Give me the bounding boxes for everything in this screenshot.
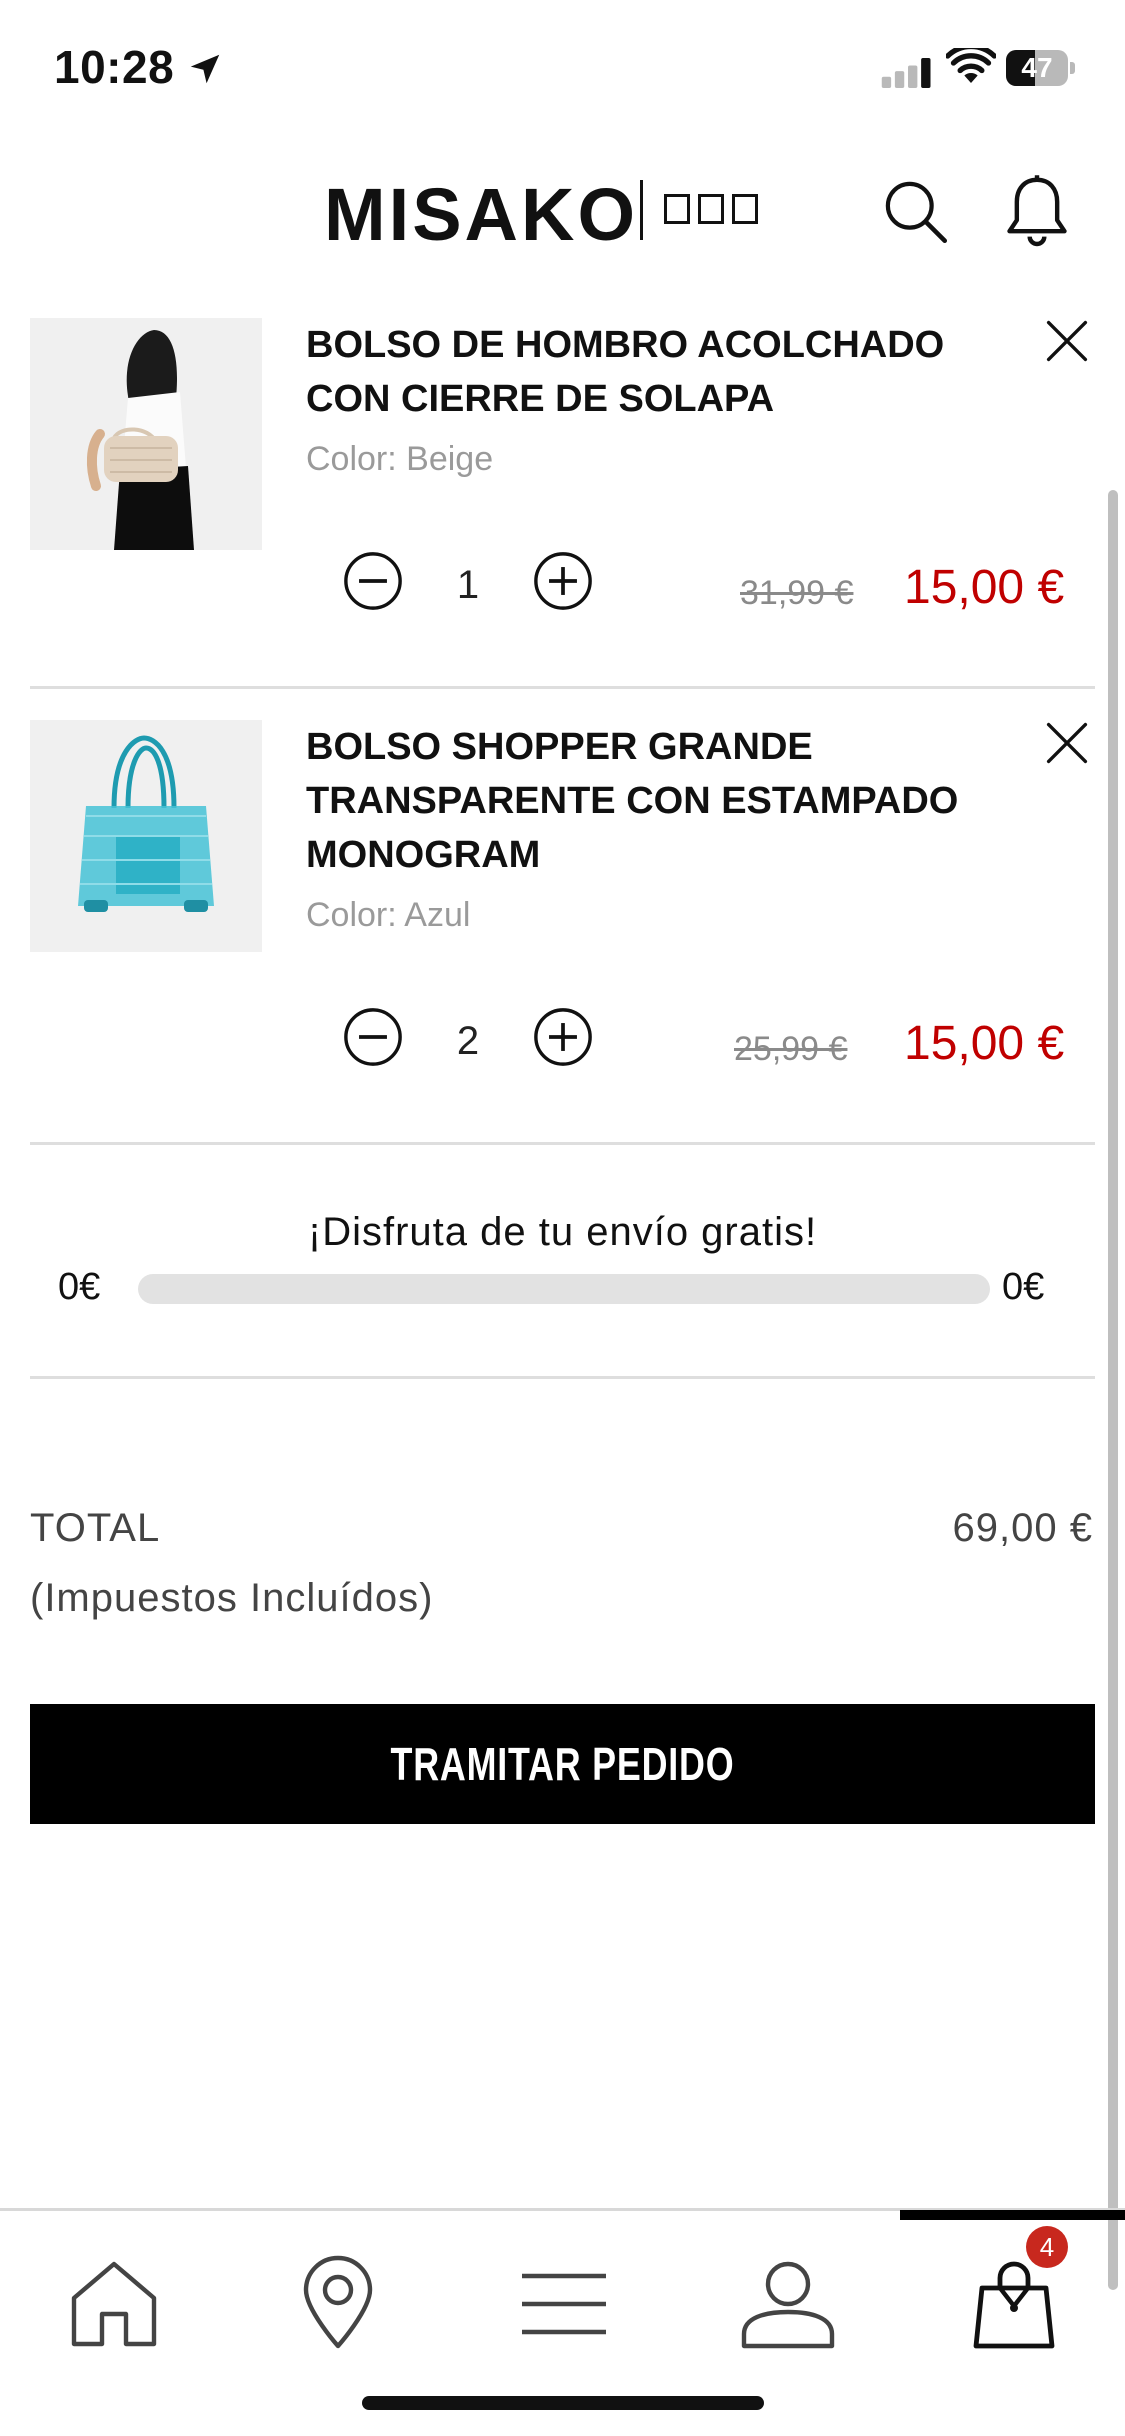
quantity-value: 1	[456, 563, 480, 607]
increase-quantity-icon[interactable]	[532, 1006, 594, 1068]
quantity-stepper: 1	[306, 550, 592, 620]
home-indicator[interactable]	[362, 2396, 764, 2410]
free-shipping-progress: ¡Disfruta de tu envío gratis! 0€ 0€	[30, 1200, 1095, 1320]
decrease-quantity-icon[interactable]	[342, 550, 404, 612]
product-color-label: Color:	[306, 440, 397, 478]
tab-cart[interactable]	[964, 2254, 1064, 2354]
product-color-value: Beige	[406, 440, 494, 478]
product-title[interactable]: BOLSO SHOPPER GRANDE TRANSPARENTE CON ES…	[306, 720, 1026, 882]
sale-price: 15,00 €	[904, 561, 1065, 614]
free-shipping-message: ¡Disfruta de tu envío gratis!	[307, 1210, 818, 1254]
status-time: 10:28	[54, 41, 175, 93]
tax-note: (Impuestos Incluídos)	[30, 1576, 434, 1620]
product-image[interactable]	[30, 318, 262, 550]
bottom-tab-bar	[0, 2214, 1125, 2364]
product-color: Color: Beige	[306, 440, 493, 479]
quantity-stepper: 2	[306, 1006, 592, 1076]
divider	[30, 1376, 1095, 1379]
home-icon	[71, 2261, 157, 2347]
tab-account[interactable]	[738, 2254, 838, 2354]
product-title[interactable]: BOLSO DE HOMBRO ACOLCHADO CON CIERRE DE …	[306, 318, 1026, 426]
shopping-bag-icon	[973, 2261, 1055, 2349]
remove-item-icon[interactable]	[1044, 318, 1090, 364]
shipping-min-label: 0€	[58, 1266, 101, 1308]
decrease-quantity-icon[interactable]	[342, 1006, 404, 1068]
cart-count-badge: 4	[1026, 2226, 1068, 2268]
product-color: Color: Azul	[306, 896, 470, 935]
sale-price: 15,00 €	[904, 1017, 1065, 1070]
status-bar: 10:28 47	[0, 0, 1125, 140]
product-photo-shoulder-bag	[30, 318, 262, 550]
cart-item: BOLSO SHOPPER GRANDE TRANSPARENTE CON ES…	[30, 720, 1095, 1140]
quantity-value: 2	[456, 1019, 480, 1063]
total-value: 69,00 €	[952, 1506, 1093, 1550]
checkout-button-label: TRAMITAR PEDIDO	[390, 1738, 735, 1790]
account-icon	[741, 2261, 835, 2349]
cellular-signal-icon	[881, 58, 931, 88]
location-pin-icon	[303, 2255, 373, 2349]
tab-menu[interactable]	[514, 2254, 614, 2354]
increase-quantity-icon[interactable]	[532, 550, 594, 612]
location-arrow-icon	[190, 54, 220, 84]
battery-level: 47	[1021, 52, 1053, 83]
product-photo-shopper-bag	[30, 720, 262, 952]
product-image[interactable]	[30, 720, 262, 952]
brand-glyph-boxes	[664, 194, 758, 224]
battery-icon: 47	[1006, 50, 1076, 88]
divider	[30, 1142, 1095, 1145]
search-icon[interactable]	[880, 176, 950, 246]
divider	[30, 686, 1095, 689]
original-price: 25,99 €	[734, 1030, 848, 1068]
cart-item: BOLSO DE HOMBRO ACOLCHADO CON CIERRE DE …	[30, 318, 1095, 688]
wifi-icon	[946, 48, 996, 83]
product-color-value: Azul	[404, 896, 471, 934]
brand-divider	[640, 180, 643, 240]
original-price: 31,99 €	[740, 574, 854, 612]
checkout-button[interactable]: TRAMITAR PEDIDO	[30, 1704, 1095, 1824]
brand-logo[interactable]: MISAKO	[324, 172, 638, 257]
total-label: TOTAL	[30, 1506, 161, 1550]
bell-icon[interactable]	[1004, 174, 1070, 248]
tab-stores[interactable]	[288, 2254, 388, 2354]
scrollbar[interactable]	[1108, 490, 1118, 2290]
menu-icon	[522, 2273, 606, 2335]
product-color-label: Color:	[306, 896, 397, 934]
app-header: MISAKO	[0, 150, 1125, 280]
remove-item-icon[interactable]	[1044, 720, 1090, 766]
shipping-progress-bar	[138, 1274, 990, 1304]
shipping-max-label: 0€	[1002, 1266, 1045, 1308]
tab-home[interactable]	[64, 2254, 164, 2354]
